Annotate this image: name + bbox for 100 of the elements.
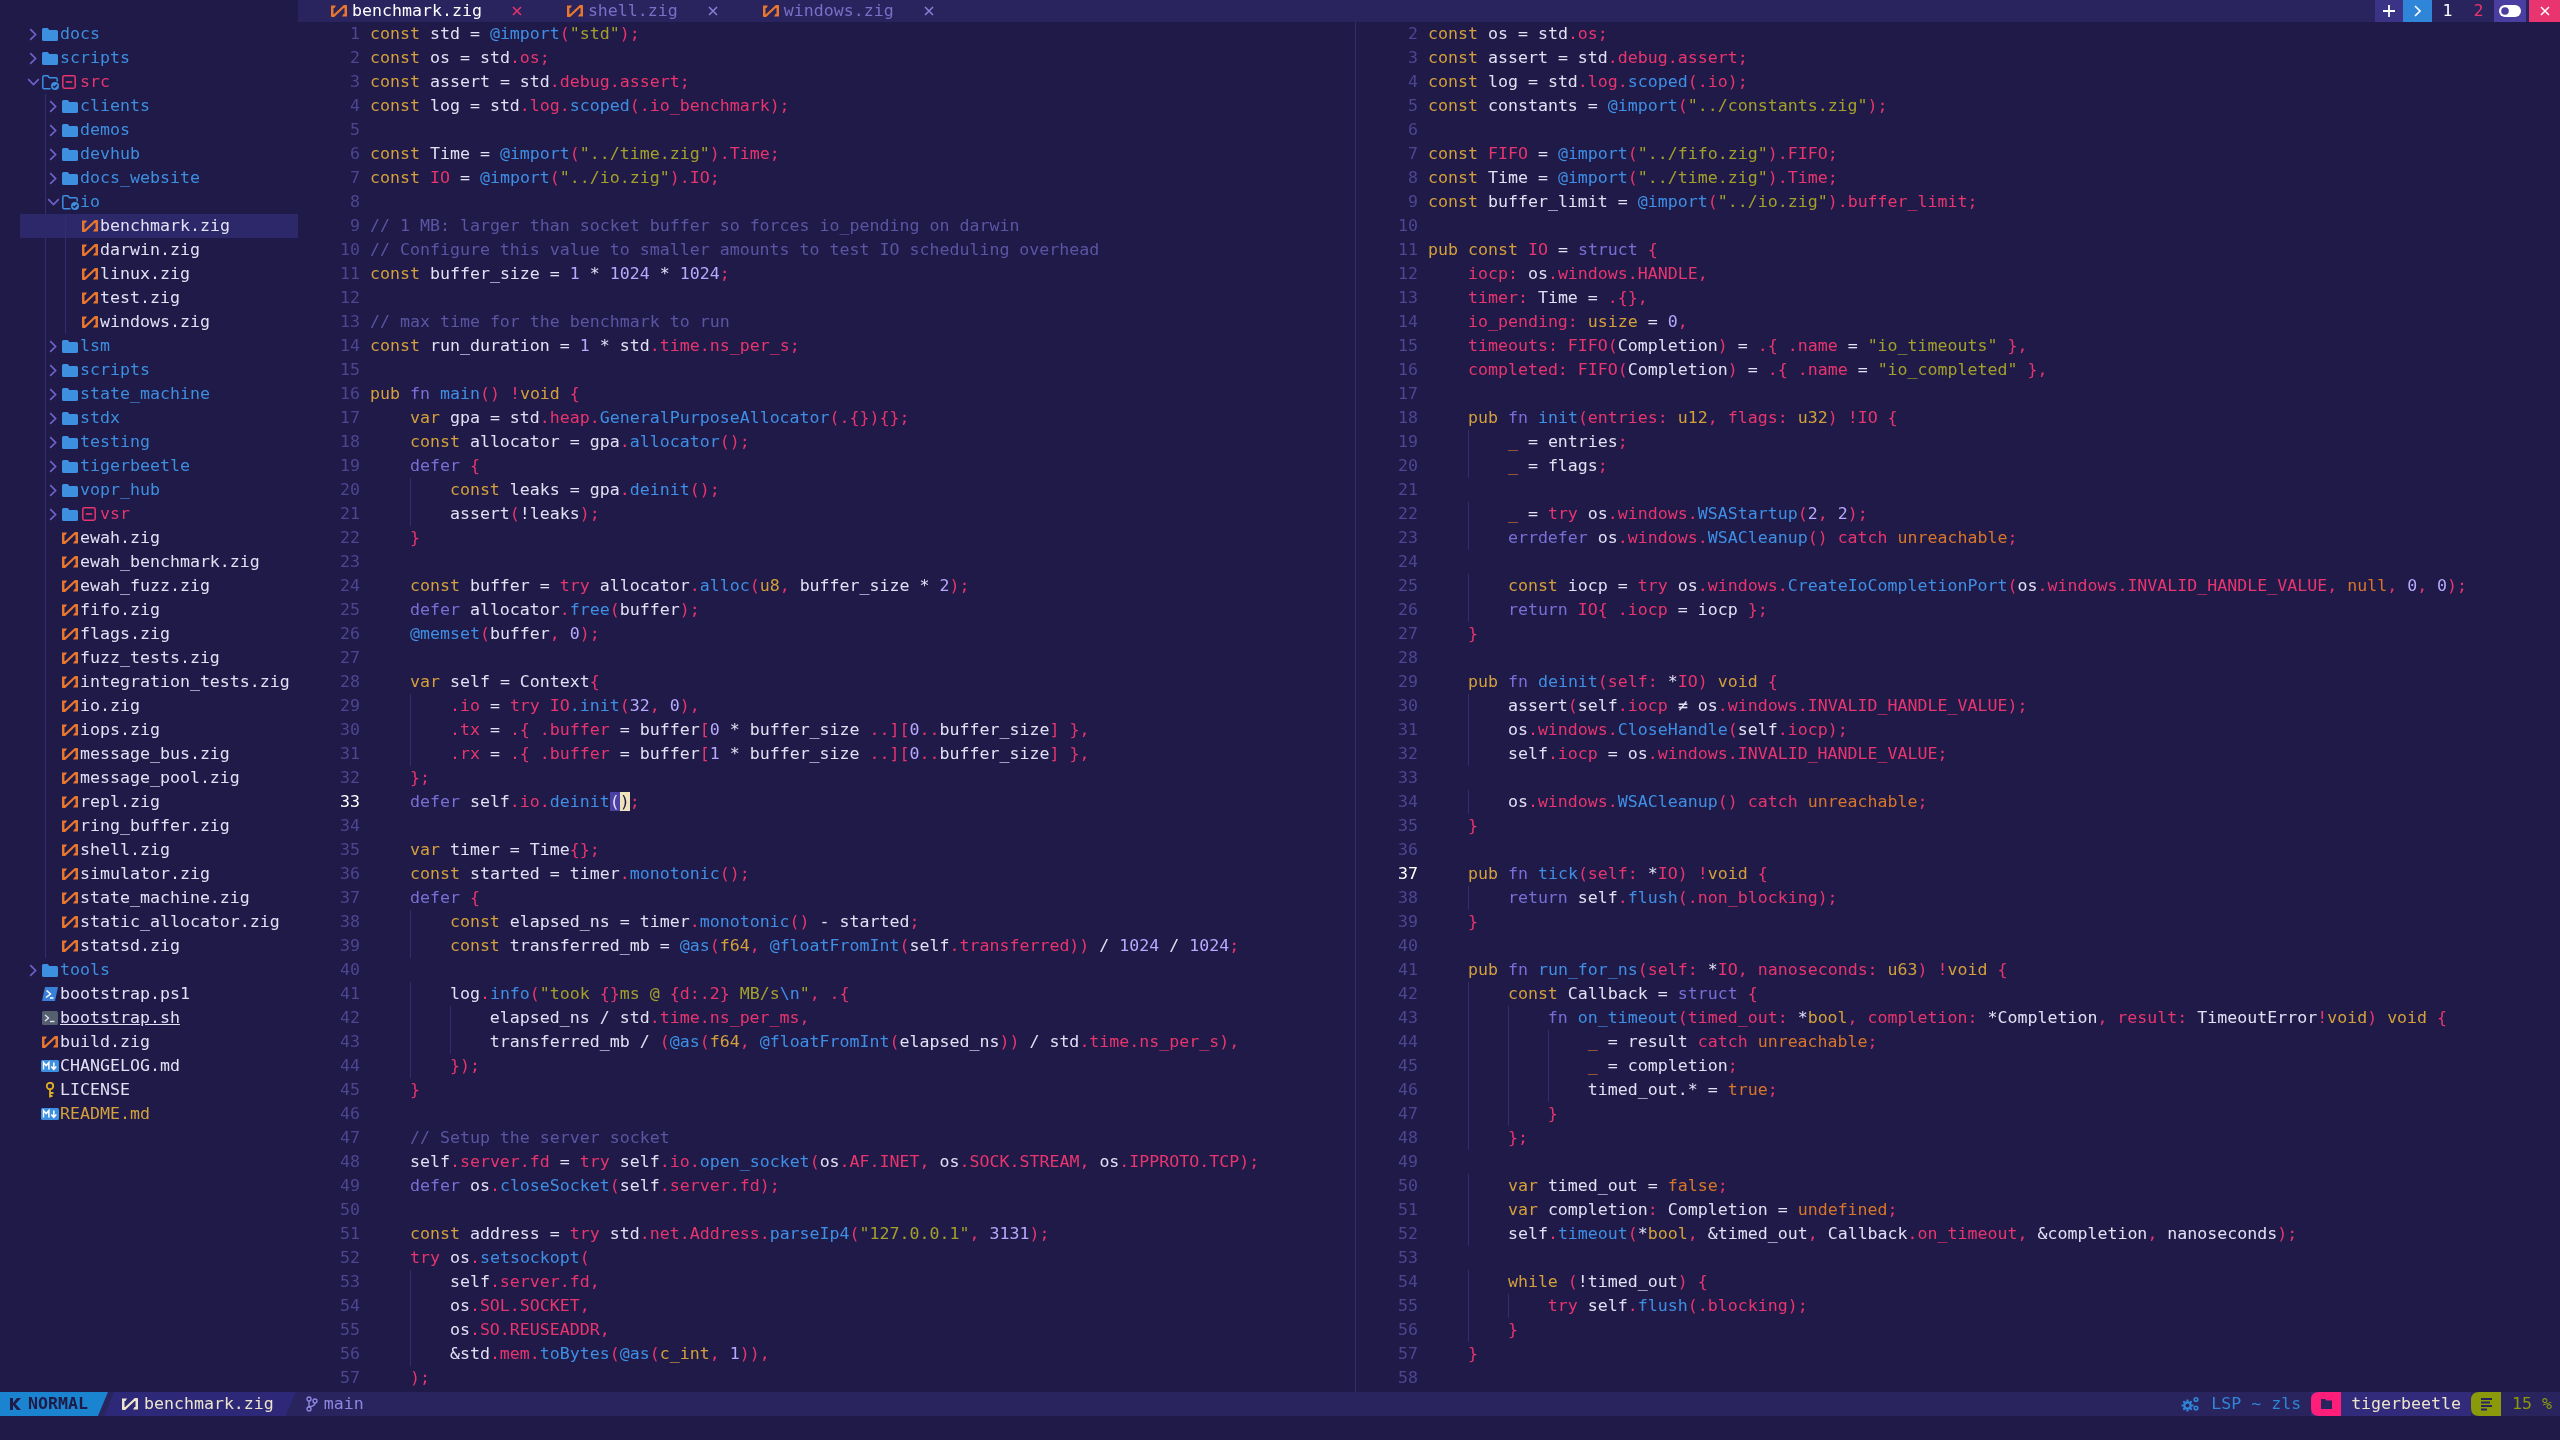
tree-item[interactable]: repl.zig [20,790,298,814]
tree-item[interactable]: scripts [20,358,298,382]
tree-item[interactable]: shell.zig [20,838,298,862]
chevron-right-icon[interactable] [49,339,57,353]
line-number: 12 [1398,264,1418,283]
chevron-right-icon[interactable] [49,435,57,449]
chevron-right-icon[interactable] [49,123,57,137]
tree-item[interactable]: darwin.zig [20,238,298,262]
new-tab-button[interactable] [2375,0,2403,22]
tree-item[interactable]: flags.zig [20,622,298,646]
z-logo-icon [62,556,78,568]
chevron-right-icon[interactable] [29,27,37,41]
tree-item[interactable]: lsm [20,334,298,358]
tree-item[interactable]: ewah.zig [20,526,298,550]
window-number[interactable]: 1 [2432,0,2463,22]
tree-item[interactable]: benchmark.zig [20,214,298,238]
tree-item[interactable]: message_bus.zig [20,742,298,766]
folder-icon [62,339,78,353]
markdown-icon [41,1060,59,1072]
folder-icon [62,435,78,449]
tree-item[interactable]: CHANGELOG.md [20,1054,298,1078]
chevron-down-icon[interactable] [46,198,60,206]
tree-item[interactable]: tigerbeetle [20,454,298,478]
z-logo-icon [566,5,583,17]
folder-icon [62,99,78,113]
tree-item[interactable]: fifo.zig [20,598,298,622]
tree-item[interactable]: docs_website [20,166,298,190]
tree-item[interactable]: state_machine.zig [20,886,298,910]
close-button[interactable] [2529,0,2560,22]
logo-icon [10,1398,22,1410]
tree-item[interactable]: bootstrap.sh [20,1006,298,1030]
chevron-right-icon[interactable] [49,99,57,113]
tree-item[interactable]: devhub [20,142,298,166]
code-line: assert(self.iocp ≠ os.windows.INVALID_HANDLE_VALUE); [1507,695,2028,717]
tree-item[interactable]: stdx [20,406,298,430]
code-line: const leaks = gpa.deinit(); [449,479,720,501]
tree-item[interactable]: LICENSE [20,1078,298,1102]
tree-item[interactable]: fuzz_tests.zig [20,646,298,670]
tree-item[interactable]: linux.zig [20,262,298,286]
chevron-right-icon[interactable] [49,483,57,497]
tree-item[interactable]: test.zig [20,286,298,310]
file-name: benchmark.zig [143,1393,274,1415]
tree-item[interactable]: simulator.zig [20,862,298,886]
line-number: 23 [1398,528,1418,547]
close-icon[interactable] [511,6,522,16]
tree-item[interactable]: ewah_fuzz.zig [20,574,298,598]
tree-item[interactable]: ring_buffer.zig [20,814,298,838]
line-number: 32 [340,768,360,787]
tree-item[interactable]: clients [20,94,298,118]
chevron-down-icon[interactable] [26,78,40,86]
chevron-right-icon[interactable] [49,507,57,521]
tree-item[interactable]: src [20,70,298,94]
tree-item[interactable]: demos [20,118,298,142]
chevron-right-icon[interactable] [49,387,57,401]
code-line: try self.flush(.blocking); [1547,1295,1808,1317]
tree-item[interactable]: tools [20,958,298,982]
tree-item[interactable]: build.zig [20,1030,298,1054]
tree-item[interactable]: static_allocator.zig [20,910,298,934]
close-icon[interactable] [707,6,718,16]
line-number: 52 [340,1248,360,1267]
code-line: var completion: Completion = undefined; [1507,1199,1898,1221]
chevron-right-icon[interactable] [49,363,57,377]
tree-item[interactable]: scripts [20,46,298,70]
chevron-right-icon[interactable] [29,963,37,977]
tree-item[interactable]: bootstrap.ps1 [20,982,298,1006]
editor-tab[interactable]: benchmark.zig [311,0,547,22]
tree-item[interactable]: statsd.zig [20,934,298,958]
tree-item[interactable]: README.md [20,1102,298,1126]
tree-item[interactable]: vopr_hub [20,478,298,502]
tree-item[interactable]: docs [20,22,298,46]
code-line: const log = std.log.scoped(.io); [1428,71,1748,93]
theme-toggle-button[interactable] [2494,0,2526,22]
line-number: 58 [1398,1368,1418,1387]
line-number: 31 [340,744,360,763]
line-number: 4 [1408,72,1418,91]
code-line: io_pending: usize = 0, [1467,311,1688,333]
tree-item[interactable]: ewah_benchmark.zig [20,550,298,574]
chevron-right-icon[interactable] [49,171,57,185]
code-comment: // max time for the benchmark to run [370,311,730,333]
tree-item[interactable]: windows.zig [20,310,298,334]
code-line: assert(!leaks); [449,503,600,525]
tree-item[interactable]: state_machine [20,382,298,406]
window-number[interactable]: 2 [2463,0,2494,22]
chevron-right-icon[interactable] [49,147,57,161]
tree-item[interactable]: io.zig [20,694,298,718]
folder-icon [42,27,58,41]
chevron-right-icon[interactable] [49,459,57,473]
tree-item[interactable]: io [20,190,298,214]
line-number: 22 [340,528,360,547]
chevron-right-icon[interactable] [49,411,57,425]
close-icon[interactable] [923,6,934,16]
line-number: 7 [350,168,360,187]
tree-item[interactable]: vsr [20,502,298,526]
tree-item[interactable]: iops.zig [20,718,298,742]
z-logo-icon [62,940,78,952]
chevron-right-icon[interactable] [29,51,37,65]
tree-item[interactable]: testing [20,430,298,454]
tree-item[interactable]: integration_tests.zig [20,670,298,694]
tree-item[interactable]: message_pool.zig [20,766,298,790]
z-logo-icon [62,844,78,856]
